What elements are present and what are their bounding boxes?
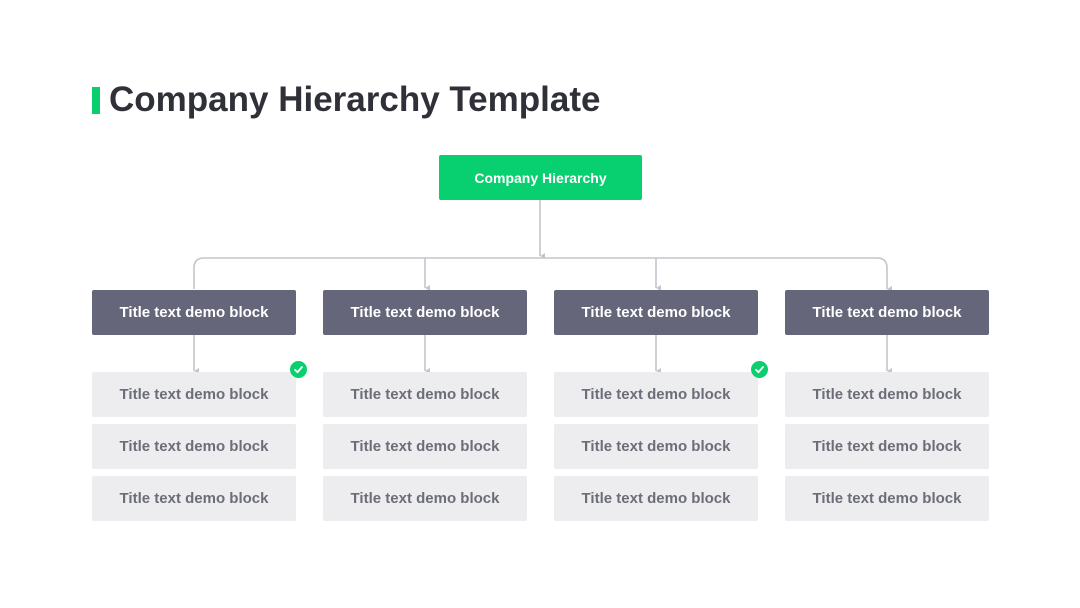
column-4-item-3: Title text demo block [785,476,989,521]
branch-connector [193,257,892,292]
column-2-header: Title text demo block [323,290,527,335]
column-4-header: Title text demo block [785,290,989,335]
column-2-item-2: Title text demo block [323,424,527,469]
column-2-item-3: Title text demo block [323,476,527,521]
column-3-item-3: Title text demo block [554,476,758,521]
column-1-header: Title text demo block [92,290,296,335]
page-title: Company Hierarchy Template [109,80,601,119]
column-3-item-1: Title text demo block [554,372,758,417]
check-mark-icon [755,366,764,374]
column-3-item-2: Title text demo block [554,424,758,469]
column-4-item-2: Title text demo block [785,424,989,469]
root-node: Company Hierarchy [439,155,642,200]
column-3-header: Title text demo block [554,290,758,335]
check-circle-icon [751,361,768,378]
column-1-item-1: Title text demo block [92,372,296,417]
slide: Company Hierarchy Template Company Hiera… [0,0,1080,608]
check-mark-icon [294,366,303,374]
column-1-item-2: Title text demo block [92,424,296,469]
column-4-item-1: Title text demo block [785,372,989,417]
check-circle-icon [290,361,307,378]
column-2-item-1: Title text demo block [323,372,527,417]
column-1-item-3: Title text demo block [92,476,296,521]
title-accent-bar [92,87,100,114]
